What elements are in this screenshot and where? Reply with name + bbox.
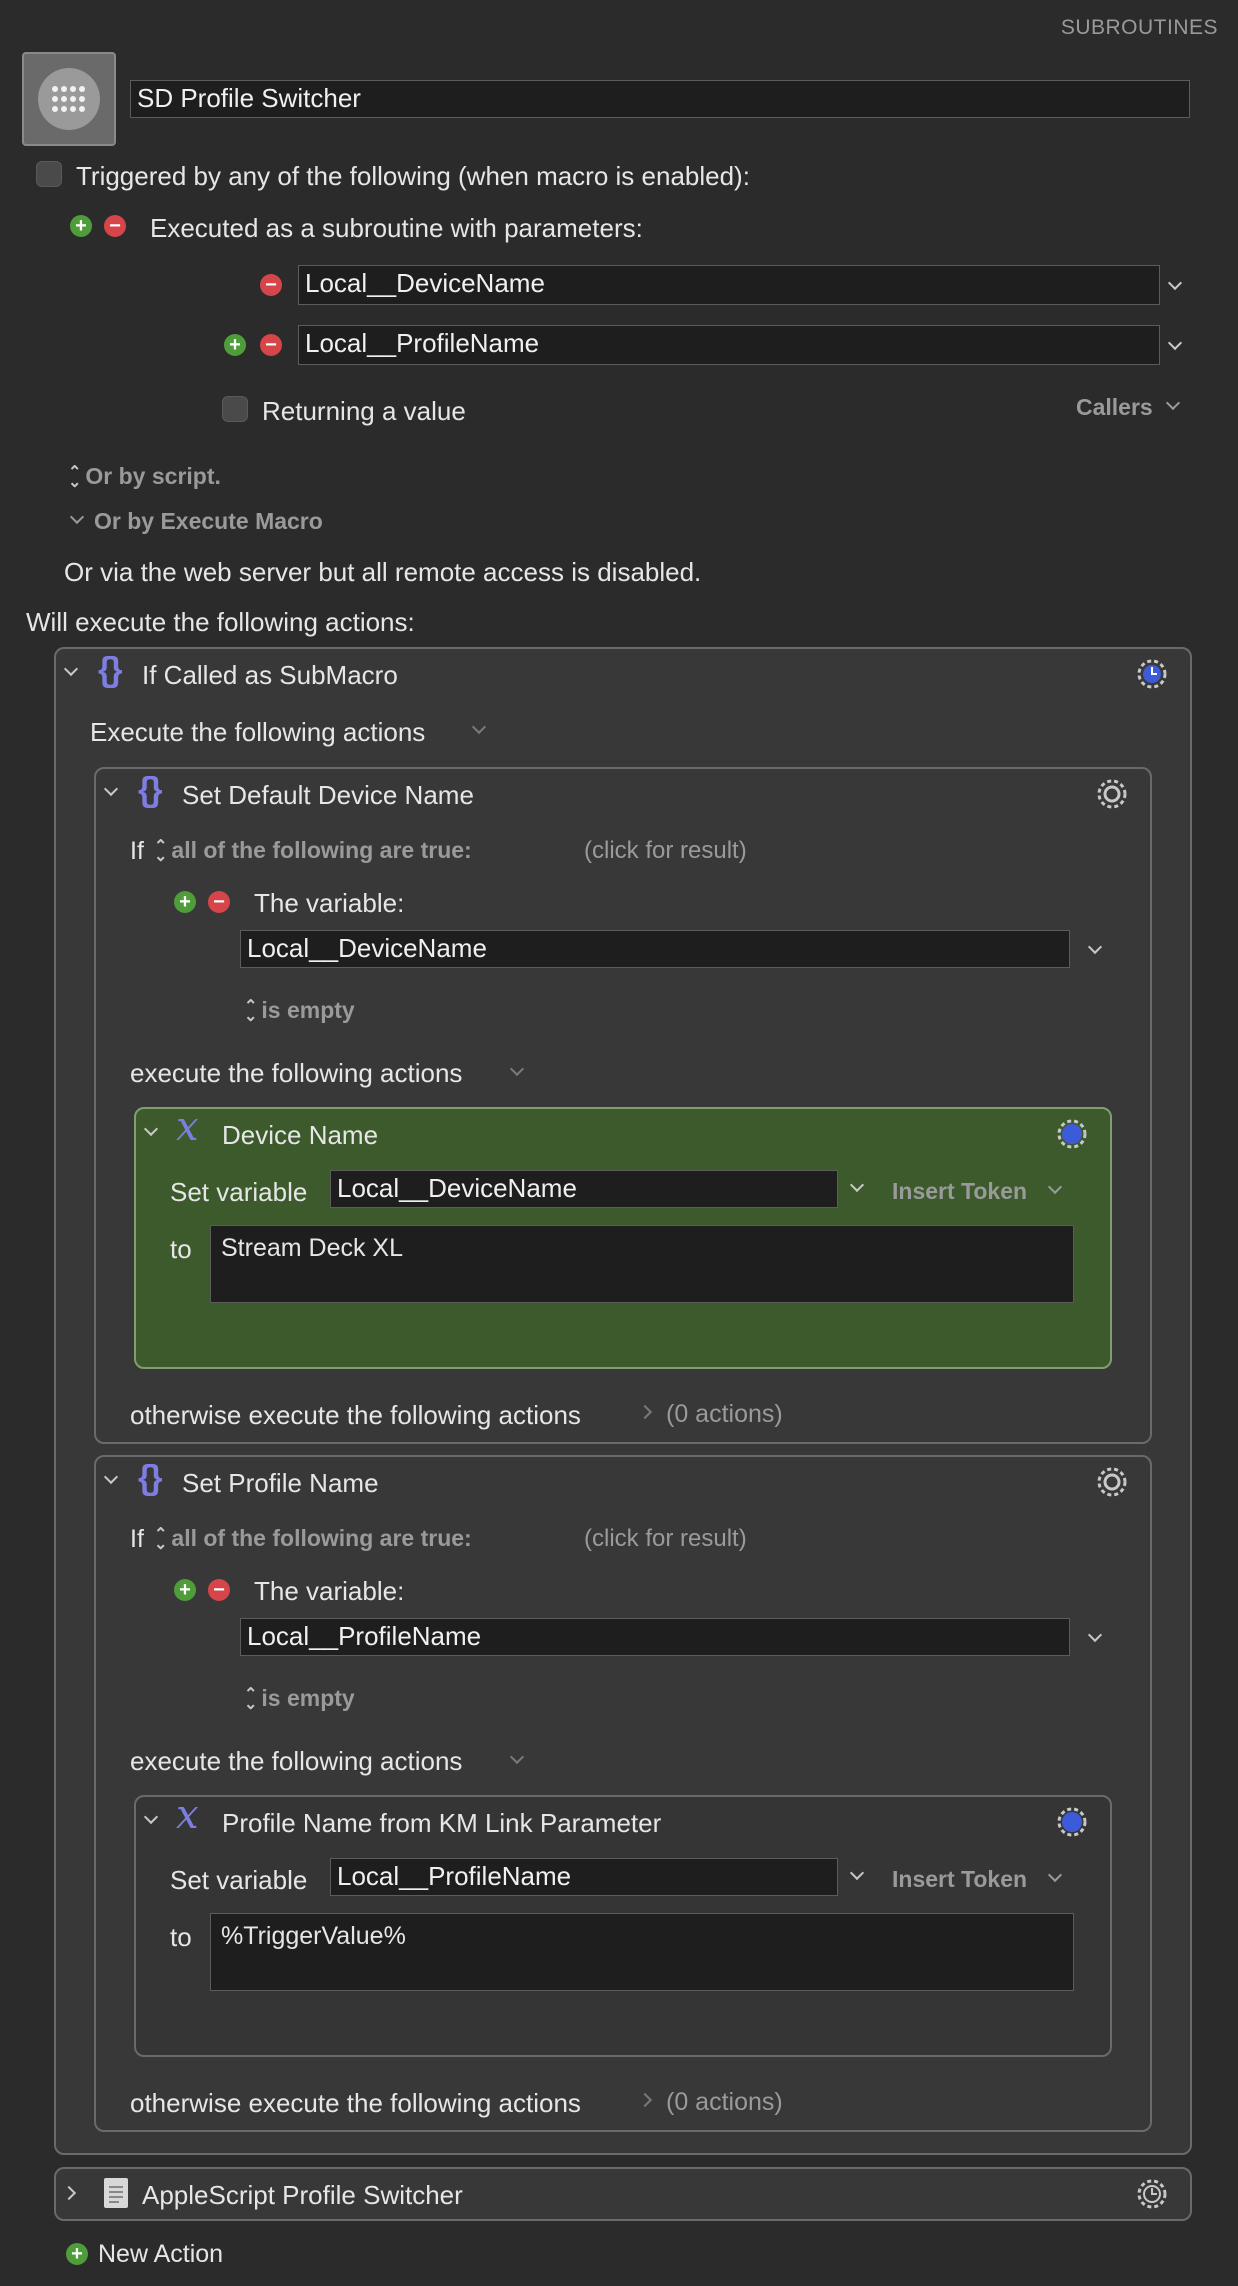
insert-token-label: Insert Token bbox=[892, 1866, 1028, 1892]
insert-token-button[interactable]: Insert Token bbox=[892, 1866, 1027, 1893]
remove-param-button[interactable]: − bbox=[260, 274, 282, 296]
returning-checkbox[interactable] bbox=[222, 396, 248, 422]
execute-label: execute the following actions bbox=[130, 1058, 463, 1088]
if-label: If bbox=[130, 1525, 144, 1553]
new-action-icon[interactable]: + bbox=[66, 2243, 88, 2265]
updown-icon: ⌃ ⌄ bbox=[244, 997, 258, 1025]
condition-label: all of the following are true: bbox=[171, 837, 472, 863]
device-name-title: Device Name bbox=[222, 1120, 379, 1150]
set-variable-field[interactable]: Local__ProfileName bbox=[330, 1858, 838, 1896]
test-selector[interactable]: ⌃ ⌄ is empty bbox=[244, 1685, 355, 1712]
document-icon bbox=[104, 2178, 128, 2208]
if-then-icon: {} bbox=[98, 651, 123, 689]
condition-variable-field[interactable]: Local__ProfileName bbox=[240, 1618, 1070, 1656]
if-called-title: If Called as SubMacro bbox=[142, 660, 398, 690]
test-label: is empty bbox=[261, 1685, 355, 1711]
param-dropdown-device[interactable] bbox=[1167, 275, 1183, 291]
macro-icon[interactable] bbox=[22, 52, 116, 146]
otherwise-label: otherwise execute the following actions bbox=[130, 1400, 581, 1430]
applescript-title: AppleScript Profile Switcher bbox=[142, 2180, 463, 2210]
if-label: If bbox=[130, 837, 144, 865]
insert-token-button[interactable]: Insert Token bbox=[892, 1178, 1027, 1205]
add-condition-button[interactable]: + bbox=[174, 891, 196, 913]
to-label: to bbox=[170, 1234, 192, 1264]
actions-header: Will execute the following actions: bbox=[26, 607, 415, 637]
if-then-icon: {} bbox=[138, 1459, 163, 1497]
by-script-label: Or by script. bbox=[85, 463, 221, 489]
condition-label: all of the following are true: bbox=[171, 1525, 472, 1551]
otherwise-label: otherwise execute the following actions bbox=[130, 2088, 581, 2118]
keypad-grid-icon bbox=[38, 68, 100, 130]
callers-chevron-icon bbox=[1165, 395, 1181, 411]
param-dropdown-profile[interactable] bbox=[1167, 335, 1183, 351]
click-result-link[interactable]: (click for result) bbox=[584, 1525, 747, 1553]
triggered-label: Triggered by any of the following (when … bbox=[76, 161, 750, 191]
param-field-device[interactable]: Local__DeviceName bbox=[298, 265, 1160, 305]
subroutine-label: Executed as a subroutine with parameters… bbox=[150, 213, 643, 243]
gear-icon[interactable] bbox=[1094, 1464, 1128, 1498]
variable-label: The variable: bbox=[254, 888, 405, 918]
condition-selector[interactable]: ⌃ ⌄ all of the following are true: bbox=[154, 837, 472, 864]
by-execute-macro-label: Or by Execute Macro bbox=[94, 508, 323, 534]
updown-icon: ⌃ ⌄ bbox=[154, 837, 168, 865]
otherwise-count: (0 actions) bbox=[666, 1400, 783, 1428]
set-device-title: Set Default Device Name bbox=[182, 780, 474, 810]
web-server-label: Or via the web server but all remote acc… bbox=[64, 557, 702, 587]
set-profile-title: Set Profile Name bbox=[182, 1468, 379, 1498]
triggered-checkbox[interactable] bbox=[36, 161, 62, 187]
if-then-icon: {} bbox=[138, 771, 163, 809]
callers-label: Callers bbox=[1076, 394, 1153, 420]
otherwise-count: (0 actions) bbox=[666, 2088, 783, 2116]
by-script-toggle[interactable]: ⌃ ⌄ Or by script. bbox=[68, 463, 221, 490]
gear-icon[interactable] bbox=[1134, 2176, 1168, 2210]
gear-icon[interactable] bbox=[1134, 656, 1168, 690]
returning-label: Returning a value bbox=[262, 396, 466, 426]
condition-variable-field[interactable]: Local__DeviceName bbox=[240, 930, 1070, 968]
gear-icon[interactable] bbox=[1054, 1116, 1088, 1150]
new-action-button[interactable]: New Action bbox=[98, 2240, 223, 2269]
test-selector[interactable]: ⌃ ⌄ is empty bbox=[244, 997, 355, 1024]
if-called-execute-label: Execute the following actions bbox=[90, 717, 426, 747]
remove-param-button[interactable]: − bbox=[260, 334, 282, 356]
updown-icon: ⌃ ⌄ bbox=[68, 463, 82, 491]
param-field-profile[interactable]: Local__ProfileName bbox=[298, 325, 1160, 365]
value-textarea[interactable]: Stream Deck XL bbox=[210, 1225, 1074, 1303]
remove-condition-button[interactable]: − bbox=[208, 891, 230, 913]
value-textarea[interactable]: %TriggerValue% bbox=[210, 1913, 1074, 1991]
variable-label: The variable: bbox=[254, 1576, 405, 1606]
to-label: to bbox=[170, 1922, 192, 1952]
gear-icon[interactable] bbox=[1094, 776, 1128, 810]
insert-token-label: Insert Token bbox=[892, 1178, 1028, 1204]
condition-selector[interactable]: ⌃ ⌄ all of the following are true: bbox=[154, 1525, 472, 1552]
macro-name-field[interactable]: SD Profile Switcher bbox=[130, 80, 1190, 118]
set-variable-field[interactable]: Local__DeviceName bbox=[330, 1170, 838, 1208]
execute-label: execute the following actions bbox=[130, 1746, 463, 1776]
variable-icon: x bbox=[176, 1104, 199, 1150]
profile-name-title: Profile Name from KM Link Parameter bbox=[222, 1808, 662, 1838]
remove-condition-button[interactable]: − bbox=[208, 1579, 230, 1601]
callers-button[interactable]: Callers bbox=[1076, 394, 1153, 421]
gear-icon[interactable] bbox=[1054, 1804, 1088, 1838]
set-variable-label: Set variable bbox=[170, 1865, 308, 1895]
add-param-button[interactable]: + bbox=[224, 334, 246, 356]
set-variable-label: Set variable bbox=[170, 1177, 308, 1207]
execute-macro-chevron-icon[interactable] bbox=[69, 509, 85, 525]
remove-trigger-button[interactable]: − bbox=[104, 215, 126, 237]
updown-icon: ⌃ ⌄ bbox=[154, 1525, 168, 1553]
test-label: is empty bbox=[261, 997, 355, 1023]
section-label: SUBROUTINES bbox=[1060, 16, 1218, 39]
variable-icon: x bbox=[176, 1792, 199, 1838]
updown-icon: ⌃ ⌄ bbox=[244, 1685, 258, 1713]
click-result-link[interactable]: (click for result) bbox=[584, 837, 747, 865]
add-trigger-button[interactable]: + bbox=[70, 215, 92, 237]
add-condition-button[interactable]: + bbox=[174, 1579, 196, 1601]
